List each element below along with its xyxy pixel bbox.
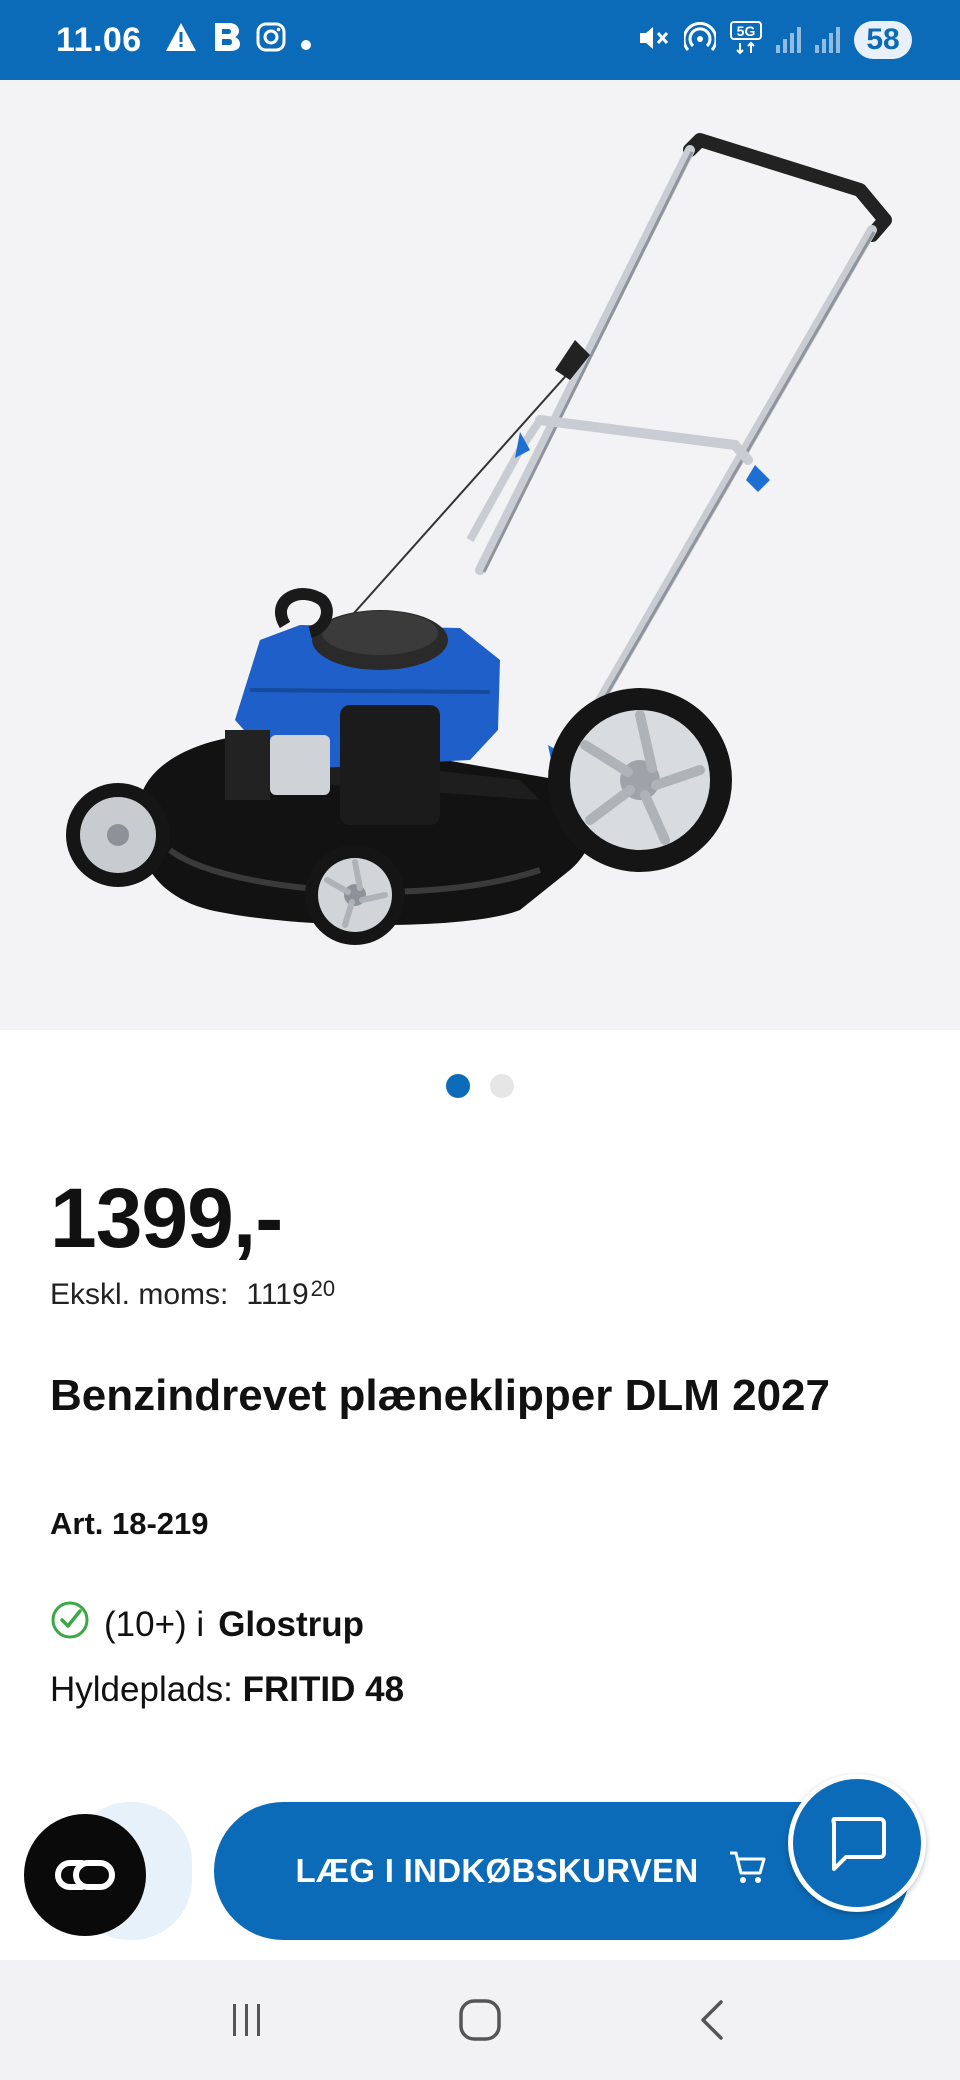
chat-button[interactable] (788, 1774, 926, 1912)
battery-indicator: 58 (854, 21, 912, 59)
signal-icon (776, 27, 801, 53)
carousel-dots (0, 1074, 960, 1098)
product-image[interactable] (0, 80, 960, 1030)
home-icon[interactable] (440, 1980, 520, 2060)
recent-apps-icon[interactable] (207, 1980, 287, 2060)
check-circle-icon (50, 1600, 90, 1649)
5g-icon: 5G (730, 20, 762, 60)
status-bar: 11.06 5G 58 (0, 0, 960, 80)
article-number: Art. 18-219 (50, 1506, 209, 1541)
chat-bubble-icon (831, 1817, 886, 1871)
warning-icon (164, 21, 198, 59)
carousel-dot-2[interactable] (490, 1074, 514, 1098)
product-title: Benzindrevet plæneklipper DLM 2027 (50, 1371, 830, 1420)
co-button[interactable] (24, 1814, 146, 1936)
hotspot-icon (682, 21, 718, 59)
excl-vat-value: 1119 (246, 1278, 309, 1311)
status-left: 11.06 (56, 21, 312, 60)
status-time: 11.06 (56, 20, 142, 59)
back-icon[interactable] (673, 1980, 753, 2060)
signal-icon (815, 27, 840, 53)
shelf-label: Hyldeplads: (50, 1670, 233, 1709)
stock-store: Glostrup (218, 1604, 365, 1644)
add-to-cart-label: LÆG I INDKØBSKURVEN (295, 1852, 699, 1889)
instagram-icon (256, 22, 286, 58)
shelf-location: Hyldeplads: FRITID 48 (50, 1670, 404, 1710)
excl-vat-cents: 20 (310, 1276, 336, 1301)
excl-vat-label: Ekskl. moms: (50, 1278, 229, 1311)
b-app-icon (212, 21, 242, 59)
navigation-bar (0, 1960, 960, 2080)
co-logo-icon (55, 1860, 115, 1890)
stock-count: (10+) i (104, 1604, 205, 1644)
excl-vat-price: Ekskl. moms: 1119 20 (50, 1276, 336, 1312)
status-right: 5G 58 (638, 20, 912, 60)
carousel-dot-1[interactable] (446, 1074, 470, 1098)
lawnmower-image (66, 133, 892, 945)
price: 1399,- (50, 1171, 283, 1265)
shelf-value: FRITID 48 (242, 1670, 405, 1709)
stock-status[interactable]: (10+) i Glostrup (50, 1600, 364, 1649)
cart-icon (728, 1849, 768, 1893)
svg-text:5G: 5G (737, 23, 756, 39)
mute-icon (638, 23, 670, 58)
dot-icon (300, 23, 312, 57)
